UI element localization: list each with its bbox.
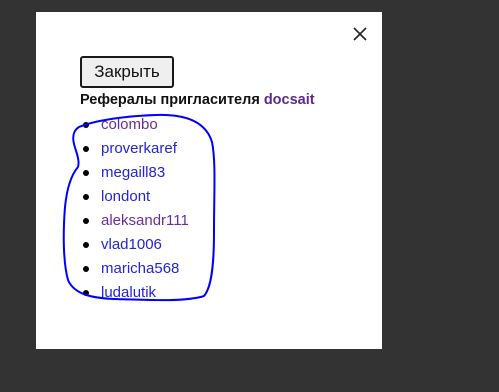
referral-link[interactable]: maricha568 [101, 257, 179, 281]
bullet-icon [83, 122, 89, 128]
bullet-icon [83, 218, 89, 224]
referral-link[interactable]: megaill83 [101, 161, 165, 185]
title-prefix: Рефералы пригласителя [80, 92, 260, 108]
bullet-icon [83, 290, 89, 296]
referrals-modal: Закрыть Рефералы пригласителя docsait co… [36, 12, 382, 349]
referral-link[interactable]: proverkaref [101, 137, 177, 161]
modal-title: Рефералы пригласителя docsait [80, 92, 315, 108]
referral-link[interactable]: aleksandr111 [101, 209, 189, 233]
close-button[interactable]: Закрыть [80, 56, 174, 88]
referral-link[interactable]: colombo [101, 113, 158, 137]
referral-link[interactable]: ludalutik [101, 281, 156, 305]
bullet-icon [83, 194, 89, 200]
close-icon[interactable] [350, 24, 370, 44]
inviter-link[interactable]: docsait [264, 92, 315, 108]
bullet-icon [83, 266, 89, 272]
referral-link[interactable]: vlad1006 [101, 233, 162, 257]
bullet-icon [83, 242, 89, 248]
referral-link[interactable]: londont [101, 185, 150, 209]
bullet-icon [83, 146, 89, 152]
bullet-icon [83, 170, 89, 176]
